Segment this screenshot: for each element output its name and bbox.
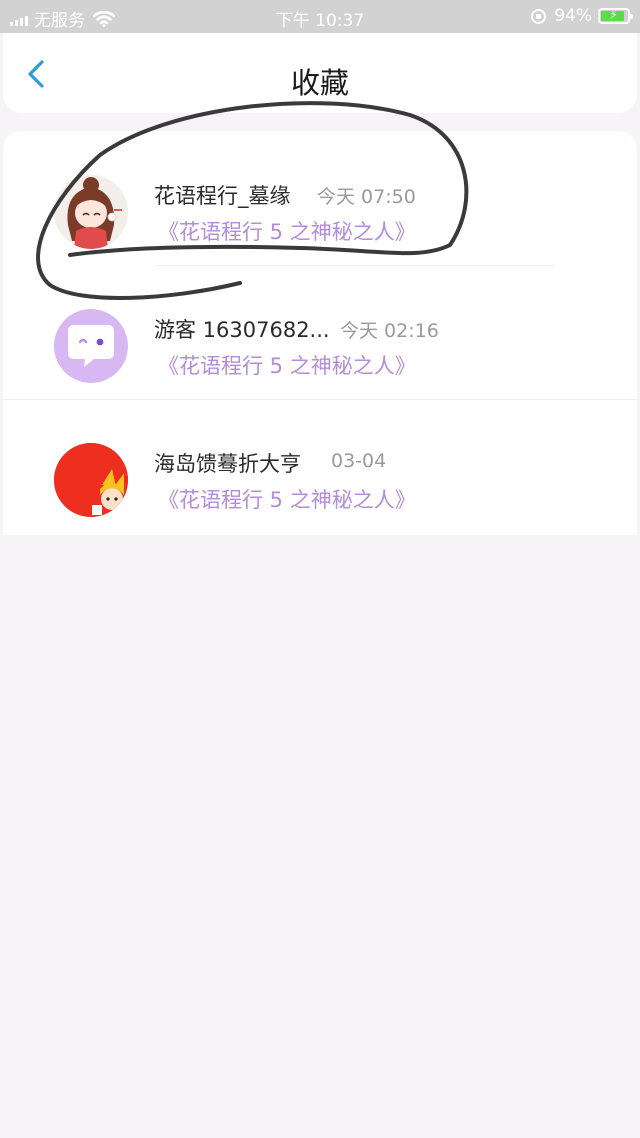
battery-percent: 94% [554,6,592,26]
page-title: 收藏 [290,66,349,100]
favorite-book-title[interactable]: 《花语程行 5 之神秘之人》 [158,216,416,246]
avatar [54,309,128,383]
favorite-name: 海岛馈蓦折大亨 [154,452,301,476]
orientation-lock-icon [531,8,547,24]
list-item[interactable]: 海岛馈蓦折大亨 03-04 《花语程行 5 之神秘之人》 [3,399,637,533]
anime-girl-avatar-icon [54,175,128,249]
favorites-list: 花语程行_墓缘 今天 07:50 《花语程行 5 之神秘之人》 游客 16307… [3,131,637,535]
list-item[interactable]: 花语程行_墓缘 今天 07:50 《花语程行 5 之神秘之人》 [3,131,637,265]
charging-icon: ⚡ [609,8,619,23]
favorite-book-title[interactable]: 《花语程行 5 之神秘之人》 [158,350,416,380]
favorite-name: 游客 16307682... [154,318,330,342]
chat-bubble-avatar-icon [68,325,114,367]
nav-header: 收藏 [3,33,637,113]
status-bar: 无服务 下午 10:37 94% ⚡ [0,0,640,33]
avatar [54,175,128,249]
list-item[interactable]: 游客 16307682... 今天 02:16 《花语程行 5 之神秘之人》 [3,265,637,399]
avatar [54,443,128,517]
favorite-name: 花语程行_墓缘 [154,184,291,208]
battery-icon: ⚡ [598,8,633,24]
favorite-book-title[interactable]: 《花语程行 5 之神秘之人》 [158,484,416,514]
favorite-time: 今天 02:16 [340,320,439,342]
favorites-screen: 无服务 下午 10:37 94% ⚡ 收藏 花语程行_墓缘 今天 07:50 《… [0,0,640,1138]
favorite-time: 03-04 [331,450,387,472]
cartoon-character-avatar-icon [54,443,128,517]
favorite-time: 今天 07:50 [317,186,416,208]
